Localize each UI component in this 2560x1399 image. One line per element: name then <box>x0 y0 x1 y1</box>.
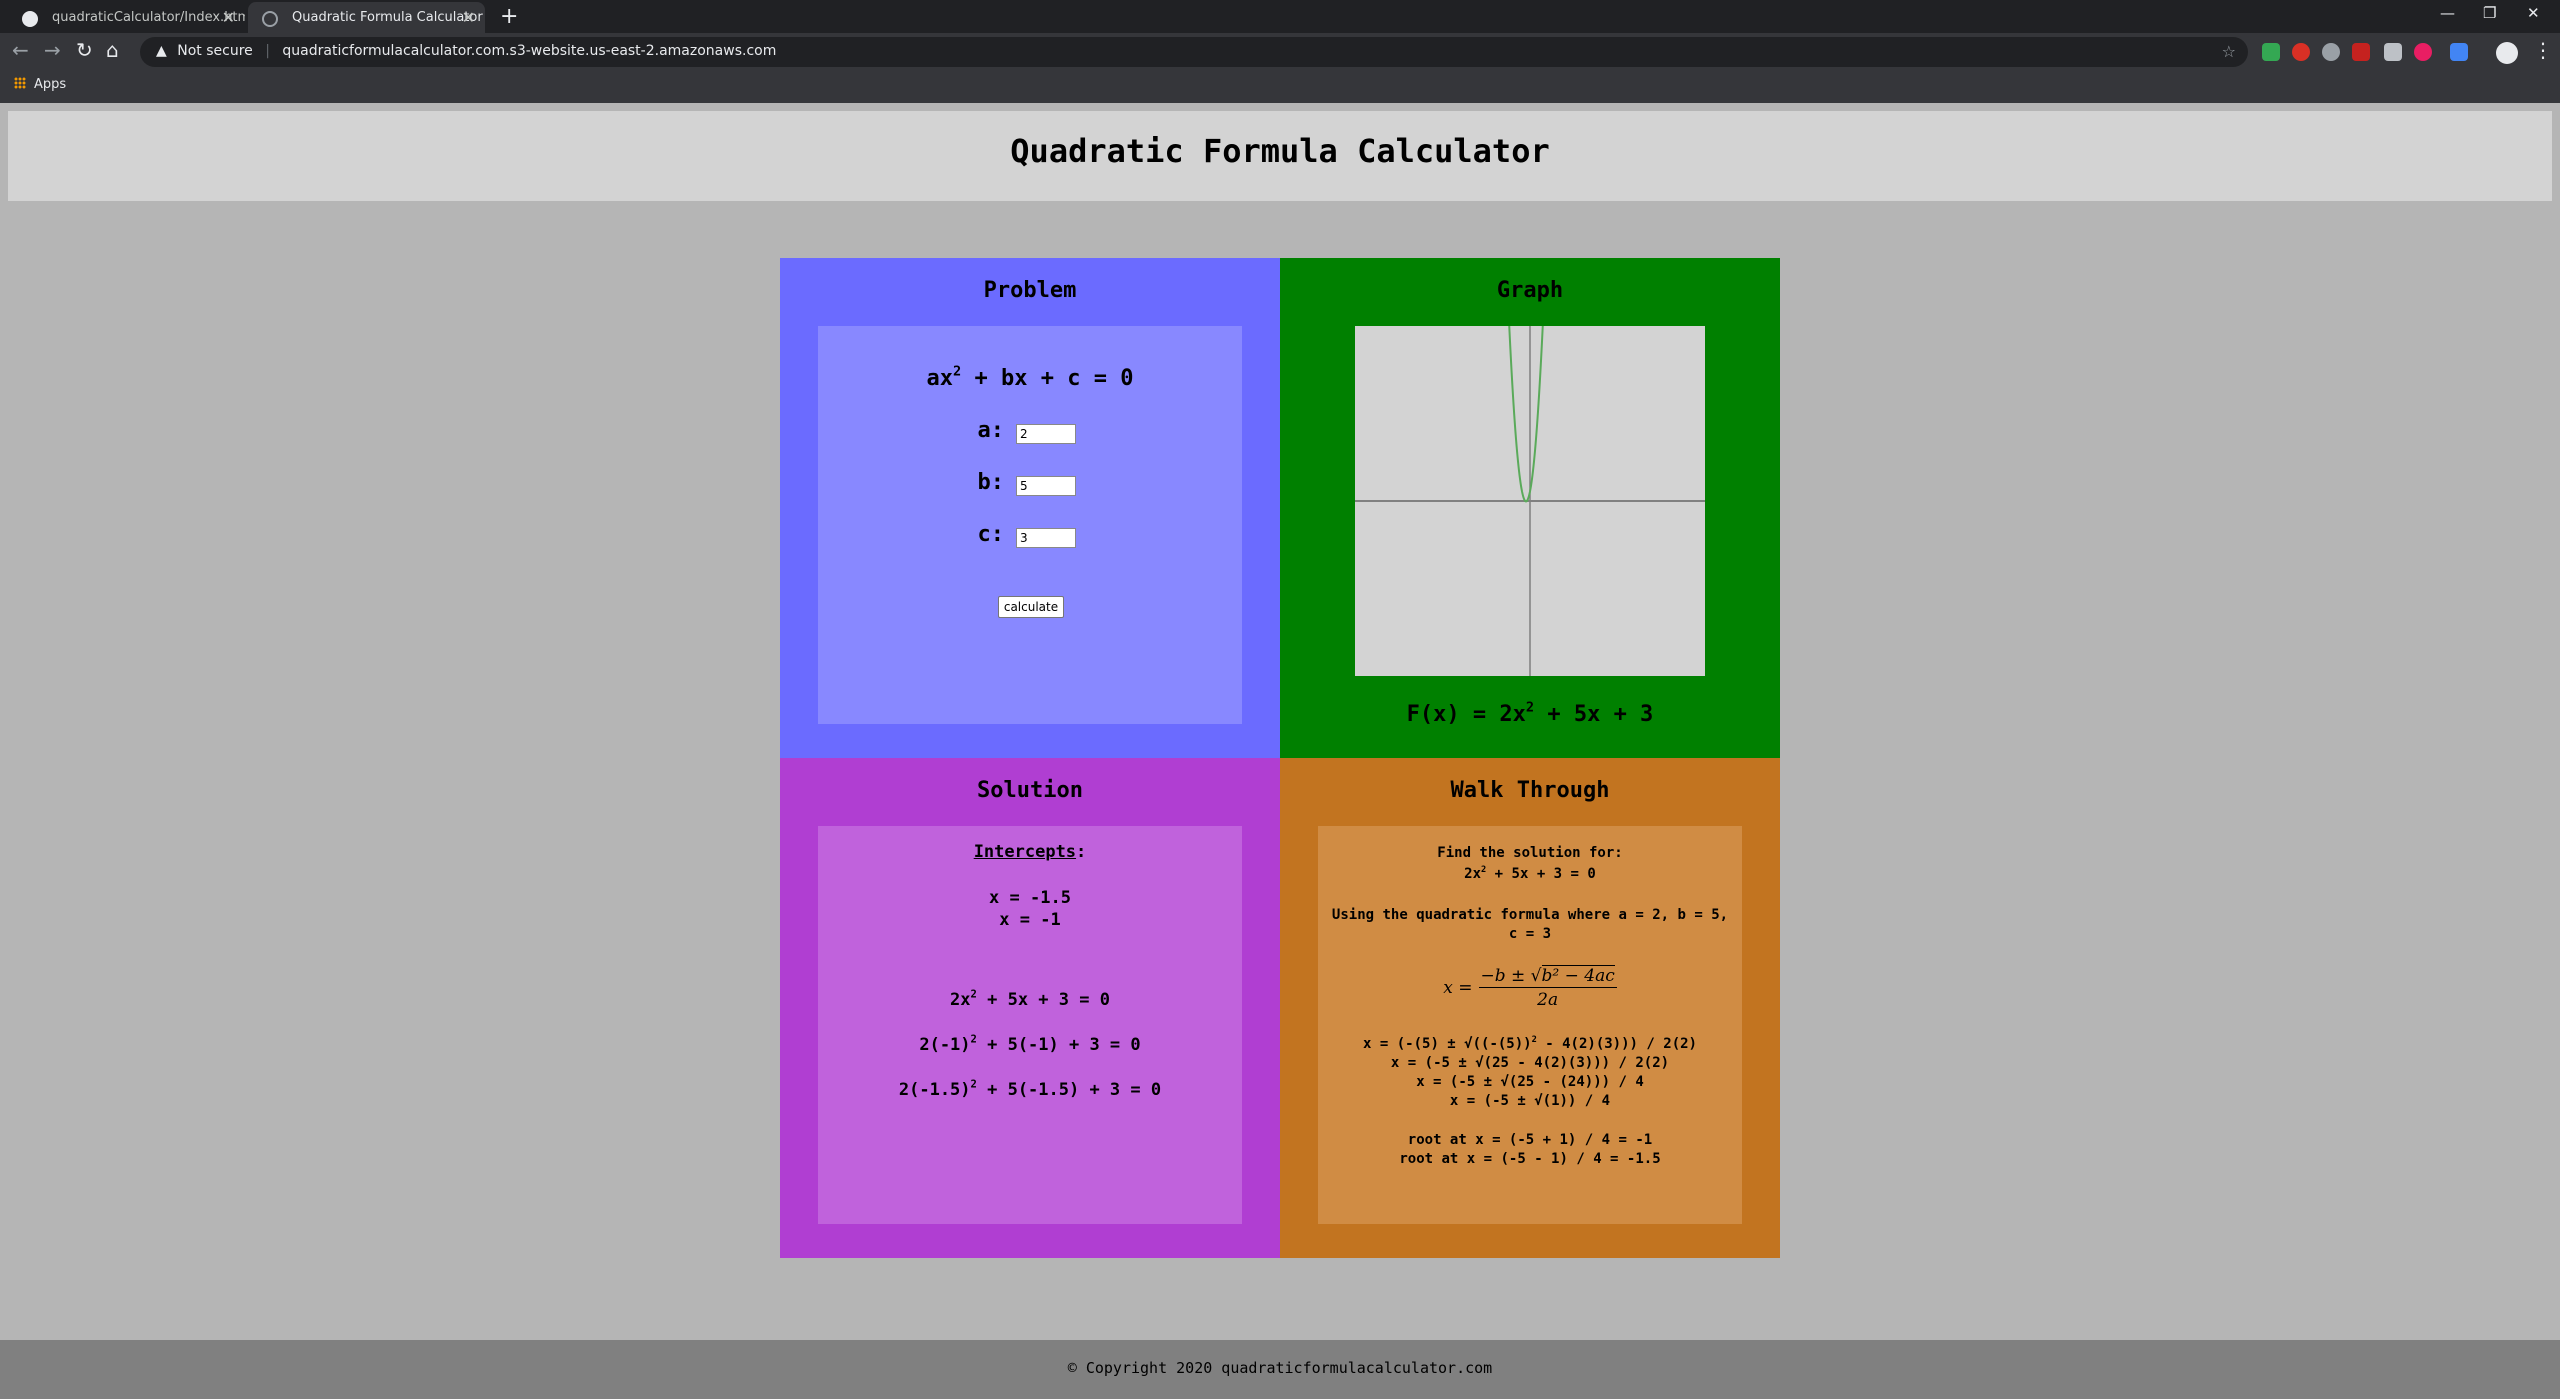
check-equation: 2x2 + 5x + 3 = 0 <box>950 988 1110 1010</box>
bookmarks-bar: Apps <box>0 71 2560 103</box>
graph-canvas <box>1355 326 1705 676</box>
page-title: Quadratic Formula Calculator <box>1010 132 1550 170</box>
bookmark-apps[interactable]: Apps <box>14 77 66 92</box>
minimize-icon[interactable]: — <box>2440 4 2455 22</box>
profile-avatar[interactable] <box>2496 42 2518 64</box>
find-label: Find the solution for: <box>1437 845 1623 861</box>
coefficient-b-input[interactable] <box>1016 476 1076 496</box>
coefficient-c-row: c: <box>818 522 1242 552</box>
solution-panel: Solution Intercepts: x = -1.5 x = -1 2x2… <box>780 758 1280 1258</box>
bookmark-label: Apps <box>34 77 67 92</box>
page-header: Quadratic Formula Calculator <box>8 111 2552 201</box>
close-tab-icon[interactable]: ✕ <box>462 8 475 27</box>
intercepts-heading: Intercepts: <box>973 842 1087 862</box>
step-1: x = (-(5) ± √((-(5))2 - 4(2)(3))) / 2(2) <box>1363 1034 1697 1052</box>
coefficient-a-input[interactable] <box>1016 424 1076 444</box>
extension-icon[interactable] <box>2262 43 2280 61</box>
reload-button[interactable]: ↻ <box>76 38 93 62</box>
check-root-1: 2(-1)2 + 5(-1) + 3 = 0 <box>919 1033 1141 1055</box>
walkthrough-heading: Walk Through <box>1450 778 1610 803</box>
quadratic-formula: x = −b ± √b² − 4ac 2a <box>1443 965 1617 1010</box>
graph-heading: Graph <box>1496 278 1564 303</box>
walkthrough-equation: 2x2 + 5x + 3 = 0 <box>1464 864 1596 882</box>
walkthrough-panel: Walk Through Find the solution for: 2x2 … <box>1280 758 1780 1258</box>
coefficient-a-row: a: <box>818 418 1242 448</box>
step-2: x = (-5 ± √(25 - 4(2)(3))) / 2(2) <box>1390 1055 1670 1071</box>
graph-panel: Graph F(x) = 2x2 + 5x + 3 <box>1280 258 1780 758</box>
new-tab-button[interactable]: + <box>500 4 518 29</box>
globe-icon <box>262 11 278 27</box>
intercept-2: x = -1 <box>999 910 1061 930</box>
toolbar: ← → ↻ ⌂ ▲ Not secure | quadraticformulac… <box>0 33 2560 71</box>
using-line-2: c = 3 <box>1508 926 1552 942</box>
coefficient-b-row: b: <box>818 470 1242 500</box>
tab-title: quadraticCalculator/Index.html at <box>52 10 245 25</box>
solution-content: Intercepts: x = -1.5 x = -1 2x2 + 5x + 3… <box>818 826 1242 1224</box>
general-equation: ax2 + bx + c = 0 <box>926 363 1134 391</box>
extension-icon[interactable] <box>2450 43 2468 61</box>
intercept-1: x = -1.5 <box>989 888 1071 908</box>
security-label: Not secure <box>177 43 253 59</box>
menu-icon[interactable]: ⋮ <box>2533 38 2553 62</box>
graph-svg <box>1355 326 1705 676</box>
check-root-2: 2(-1.5)2 + 5(-1.5) + 3 = 0 <box>898 1078 1162 1100</box>
adblock-icon[interactable] <box>2292 43 2310 61</box>
root-1: root at x = (-5 + 1) / 4 = -1 <box>1407 1132 1653 1148</box>
problem-panel: Problem ax2 + bx + c = 0 a: b: c: calcul… <box>780 258 1280 758</box>
close-tab-icon[interactable]: ✕ <box>222 8 235 27</box>
tab-github[interactable]: quadraticCalculator/Index.html at ✕ <box>8 2 245 33</box>
github-icon <box>22 11 38 27</box>
coefficient-b-label: b: <box>977 470 1005 495</box>
url-text: quadraticformulacalculator.com.s3-websit… <box>282 43 777 59</box>
coefficient-c-label: c: <box>977 522 1005 547</box>
copyright-text: © Copyright 2020 quadraticformulacalcula… <box>1067 1359 1493 1377</box>
warning-icon: ▲ <box>156 43 167 59</box>
root-2: root at x = (-5 - 1) / 4 = -1.5 <box>1399 1151 1661 1167</box>
solution-heading: Solution <box>977 778 1083 803</box>
coefficient-c-input[interactable] <box>1016 528 1076 548</box>
parabola-curve <box>1508 326 1544 503</box>
tab-title: Quadratic Formula Calculator <box>292 10 483 25</box>
function-label: F(x) = 2x2 + 5x + 3 <box>1406 699 1654 727</box>
browser-chrome: quadraticCalculator/Index.html at ✕ Quad… <box>0 0 2560 103</box>
page-footer: © Copyright 2020 quadraticformulacalcula… <box>0 1340 2560 1399</box>
walkthrough-content: Find the solution for: 2x2 + 5x + 3 = 0 … <box>1318 826 1742 1224</box>
coefficient-a-label: a: <box>977 418 1005 443</box>
extension-icon[interactable] <box>2384 43 2402 61</box>
step-4: x = (-5 ± √(1)) / 4 <box>1449 1093 1611 1109</box>
divider: | <box>265 43 270 59</box>
address-bar[interactable]: ▲ Not secure | quadraticformulacalculato… <box>140 37 2248 67</box>
bookmark-star-icon[interactable]: ☆ <box>2222 42 2236 61</box>
back-button[interactable]: ← <box>12 38 29 62</box>
extension-icon[interactable] <box>2414 43 2432 61</box>
step-3: x = (-5 ± √(25 - (24))) / 4 <box>1416 1074 1644 1090</box>
problem-heading: Problem <box>983 278 1077 303</box>
home-button[interactable]: ⌂ <box>106 38 119 62</box>
tab-quadratic-calculator[interactable]: Quadratic Formula Calculator ✕ <box>248 2 485 33</box>
restore-icon[interactable]: ❐ <box>2483 4 2496 22</box>
using-line-1: Using the quadratic formula where a = 2,… <box>1331 907 1729 923</box>
apps-grid-icon <box>14 77 26 89</box>
extension-icon[interactable] <box>2322 43 2340 61</box>
calculate-button[interactable]: calculate <box>998 596 1064 618</box>
close-window-icon[interactable]: ✕ <box>2527 4 2540 22</box>
forward-button[interactable]: → <box>44 38 61 62</box>
problem-form: ax2 + bx + c = 0 a: b: c: calculate <box>818 326 1242 724</box>
tab-strip: quadraticCalculator/Index.html at ✕ Quad… <box>0 0 2560 33</box>
pdf-icon[interactable] <box>2352 43 2370 61</box>
